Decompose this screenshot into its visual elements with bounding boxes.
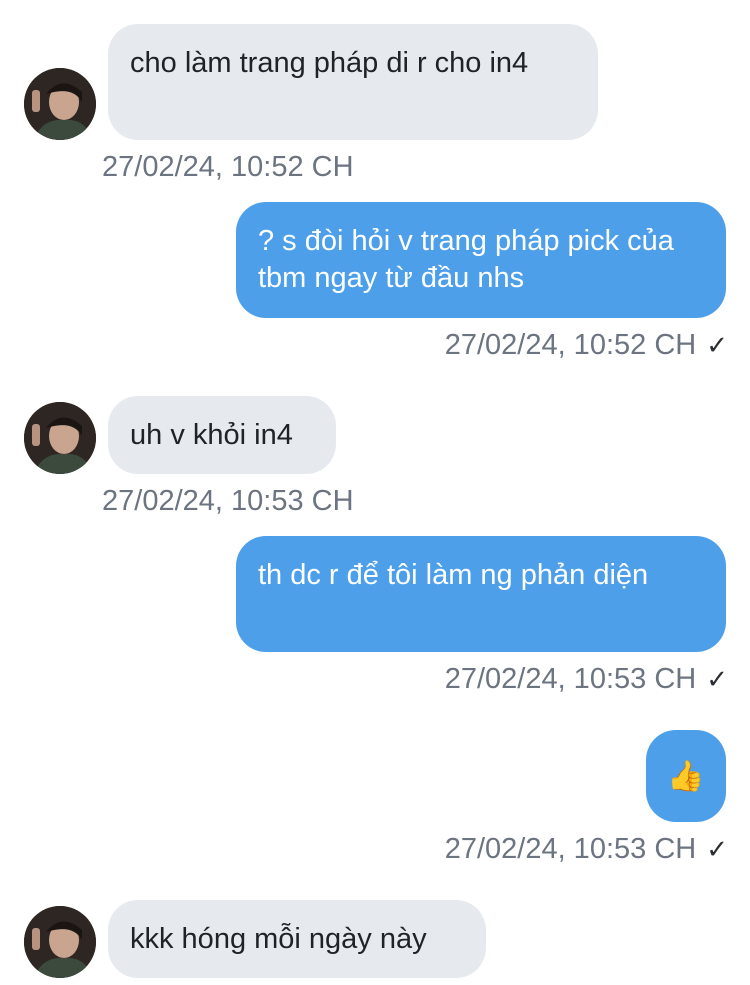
message-text: th dc r để tôi làm ng phản diện [258, 559, 649, 591]
avatar-photo-icon [24, 906, 96, 978]
message-timestamp: 27/02/24, 10:53 CH ✓ [445, 831, 728, 867]
message-text: cho làm trang pháp di r cho in4 [130, 47, 529, 79]
message-text: uh v khỏi in4 [130, 418, 293, 451]
message-bubble-incoming[interactable]: kkk hóng mỗi ngày này [108, 900, 486, 978]
avatar-photo-icon [24, 68, 96, 140]
timestamp-text: 27/02/24, 10:52 CH [444, 329, 697, 361]
message-text: ? s đòi hỏi v trang pháp pick của tbm ng… [258, 225, 682, 294]
sent-check-icon: ✓ [706, 834, 728, 864]
message-bubble-outgoing[interactable]: 👍 [646, 730, 726, 822]
thumbs-up-icon: 👍 [667, 759, 705, 793]
message-timestamp: 27/02/24, 10:53 CH ✓ [445, 661, 728, 697]
avatar-photo-icon [24, 402, 96, 474]
message-timestamp: 27/02/24, 10:53 CH [102, 485, 354, 517]
sent-check-icon: ✓ [706, 664, 728, 694]
contact-avatar[interactable] [24, 402, 96, 474]
contact-avatar[interactable] [24, 906, 96, 978]
contact-avatar[interactable] [24, 68, 96, 140]
timestamp-text: 27/02/24, 10:53 CH [444, 663, 697, 695]
message-timestamp: 27/02/24, 10:52 CH ✓ [445, 327, 728, 363]
message-text: kkk hóng mỗi ngày này [130, 922, 427, 955]
timestamp-text: 27/02/24, 10:53 CH [444, 833, 697, 865]
message-bubble-incoming[interactable]: uh v khỏi in4 [108, 396, 336, 474]
sent-check-icon: ✓ [706, 330, 728, 360]
message-bubble-outgoing[interactable]: th dc r để tôi làm ng phản diện [236, 536, 726, 652]
message-timestamp: 27/02/24, 10:52 CH [102, 151, 354, 183]
message-bubble-incoming[interactable]: cho làm trang pháp di r cho in4 [108, 24, 598, 140]
message-bubble-outgoing[interactable]: ? s đòi hỏi v trang pháp pick của tbm ng… [236, 202, 726, 318]
